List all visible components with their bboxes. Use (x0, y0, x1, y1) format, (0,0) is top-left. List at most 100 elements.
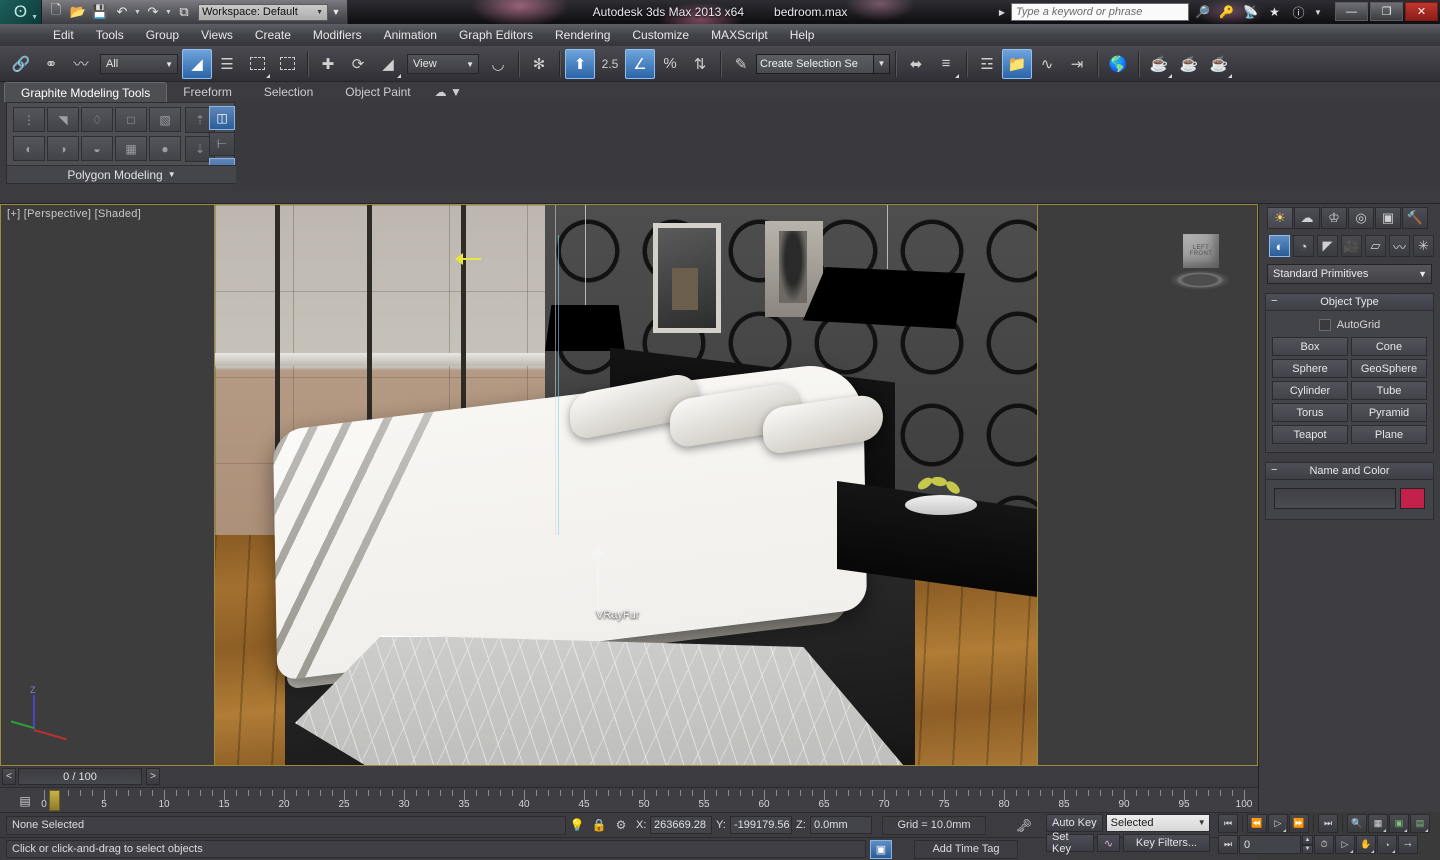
ribbon-minimize-icon[interactable]: ☁ ▼ (427, 82, 470, 102)
rectangular-selection-region-icon[interactable] (242, 49, 272, 79)
render-setup-icon[interactable]: ☕ (1144, 49, 1174, 79)
field-of-view-button[interactable]: ▷ (1335, 835, 1355, 854)
application-menu-button[interactable]: ʘ ▼ (0, 0, 42, 24)
key-mode-toggle-button[interactable]: ⏭ (1218, 835, 1238, 854)
next-frame-button[interactable]: ⏩ (1289, 814, 1309, 833)
chevron-down-icon[interactable]: ▼ (874, 54, 890, 74)
lights-category[interactable]: ◤ (1317, 235, 1338, 257)
current-frame-display[interactable]: 0 / 100 (18, 768, 142, 785)
scene-explorer-icon[interactable]: 📁 (1002, 49, 1032, 79)
use-pivot-point-center-icon[interactable]: ◡ (483, 49, 513, 79)
z-input[interactable]: 0.0mm (810, 816, 872, 834)
tab-freeform[interactable]: Freeform (167, 82, 248, 102)
menu-maxscript[interactable]: MAXScript (700, 24, 779, 46)
tab-selection[interactable]: Selection (248, 82, 329, 102)
object-name-input[interactable] (1274, 488, 1396, 509)
y-input[interactable]: -199179.56 (730, 816, 792, 834)
help-chevron-down-icon[interactable]: ▼ (1312, 8, 1324, 17)
mirror-icon[interactable]: ⬌ (901, 49, 931, 79)
menu-graph-editors[interactable]: Graph Editors (448, 24, 544, 46)
show-end-result-icon[interactable]: ◫ (209, 106, 235, 130)
edge-icon[interactable]: ◥ (47, 107, 79, 132)
move-gizmo-plane-handles[interactable] (562, 567, 634, 601)
object-color-swatch[interactable] (1400, 488, 1425, 509)
border-icon[interactable]: ♢ (81, 107, 113, 132)
redo-icon[interactable]: ↷ (142, 2, 164, 22)
constraints-icon[interactable]: ◒ (81, 136, 113, 161)
create-tab[interactable]: ☀ (1267, 207, 1293, 229)
edit-named-selection-icon[interactable]: ✎ (726, 49, 756, 79)
select-by-name-icon[interactable]: ☰ (212, 49, 242, 79)
bind-to-space-warp-icon[interactable]: 〰 (66, 49, 96, 79)
angle-snap-icon[interactable]: ∠ (625, 49, 655, 79)
window-crossing-icon[interactable] (272, 49, 302, 79)
named-selection-set-input[interactable]: Create Selection Se (756, 54, 874, 74)
layer-manager-icon[interactable]: ☲ (972, 49, 1002, 79)
percent-snap-icon[interactable]: % (655, 49, 685, 79)
z-coordinate[interactable]: Z: 0.0mm (796, 816, 872, 834)
soft-selection-icon[interactable]: ● (149, 136, 181, 161)
repeat-last-icon[interactable]: ◑ (47, 136, 79, 161)
helpers-category[interactable]: ▱ (1365, 235, 1386, 257)
select-and-manipulate-icon[interactable]: ✻ (524, 49, 554, 79)
workspace-menu-icon[interactable]: ▼ (328, 7, 344, 17)
shapes-category[interactable]: ◔ (1293, 235, 1314, 257)
frame-number-input[interactable]: 0 (1239, 835, 1301, 854)
angle-snap-value[interactable]: 2.5 (595, 49, 625, 79)
plane-button[interactable]: Plane (1351, 425, 1427, 444)
viewport-label[interactable]: [+] [Perspective] [Shaded] (7, 208, 141, 220)
minimize-button[interactable]: — (1335, 2, 1368, 21)
viewport-container[interactable]: [+] [Perspective] [Shaded] (0, 204, 1258, 766)
favorites-star-icon[interactable]: ★ (1264, 3, 1285, 21)
go-to-end-button[interactable]: ⏭ (1318, 814, 1338, 833)
spinner-up-icon[interactable]: ▲ (1302, 835, 1313, 845)
perspective-scene-render[interactable]: VRayFur (215, 205, 1037, 765)
undo-chevron-down-icon[interactable]: ▼ (133, 9, 142, 16)
redo-chevron-down-icon[interactable]: ▼ (164, 9, 173, 16)
menu-create[interactable]: Create (244, 24, 302, 46)
go-to-start-button[interactable]: ⏮ (1218, 814, 1238, 833)
key-mode-icon[interactable]: 🗝 (1006, 815, 1042, 837)
time-slider-handle[interactable] (49, 790, 60, 811)
material-editor-icon[interactable]: 🌎 (1103, 49, 1133, 79)
restore-button[interactable]: ❐ (1370, 2, 1403, 21)
tangent-curve-icon[interactable]: ∿ (1097, 834, 1120, 852)
render-production-icon[interactable]: ☕ (1204, 49, 1234, 79)
schematic-view-icon[interactable]: ⇥ (1062, 49, 1092, 79)
pyramid-button[interactable]: Pyramid (1351, 403, 1427, 422)
y-coordinate[interactable]: Y: -199179.56 (716, 816, 792, 834)
zoom-extents-all-button[interactable]: ▤ (1410, 814, 1430, 833)
menu-views[interactable]: Views (190, 24, 244, 46)
object-type-header[interactable]: − Object Type (1266, 294, 1433, 311)
utilities-tab[interactable]: 🔨 (1402, 207, 1428, 229)
select-and-scale-icon[interactable]: ◢ (373, 49, 403, 79)
reference-coordinate-combo[interactable]: View ▼ (407, 54, 479, 74)
selection-lock-icon[interactable]: 🔒 (588, 816, 610, 835)
absolute-relative-transform-icon[interactable]: ⚙ (610, 816, 632, 835)
save-file-icon[interactable]: 💾 (89, 2, 111, 22)
time-configuration-button[interactable]: ⏱ (1314, 835, 1334, 854)
pan-view-button[interactable]: ✋ (1356, 835, 1376, 854)
selection-mode-combo[interactable]: Selected ▼ (1106, 814, 1210, 832)
mini-curve-editor-icon[interactable]: ▤ (13, 792, 37, 809)
auto-key-button[interactable]: Auto Key (1046, 814, 1103, 832)
menu-rendering[interactable]: Rendering (544, 24, 621, 46)
generate-topology-icon[interactable]: ◐ (13, 136, 45, 161)
next-key-button[interactable]: > (146, 768, 160, 785)
display-tab[interactable]: ▣ (1375, 207, 1401, 229)
geometry-category[interactable]: ◐ (1269, 235, 1290, 257)
menu-customize[interactable]: Customize (621, 24, 700, 46)
select-object-icon[interactable]: ◢ (182, 49, 212, 79)
torus-button[interactable]: Torus (1272, 403, 1348, 422)
x-input[interactable]: 263669.28 (650, 816, 712, 834)
spinner-down-icon[interactable]: ▼ (1302, 845, 1313, 855)
cylinder-button[interactable]: Cylinder (1272, 381, 1348, 400)
wall-mirror[interactable] (653, 223, 721, 333)
view-cube-compass-ring[interactable] (1169, 270, 1231, 290)
view-cube-box[interactable]: LEFT FRONT (1183, 234, 1219, 268)
workspace-selector[interactable]: Workspace: Default ▼ (198, 4, 328, 21)
orbit-button[interactable]: ◔ (1377, 835, 1397, 854)
x-coordinate[interactable]: X: 263669.28 (636, 816, 712, 834)
hierarchy-tab[interactable]: ♔ (1321, 207, 1347, 229)
time-tag-icon[interactable]: ▣ (870, 840, 892, 859)
